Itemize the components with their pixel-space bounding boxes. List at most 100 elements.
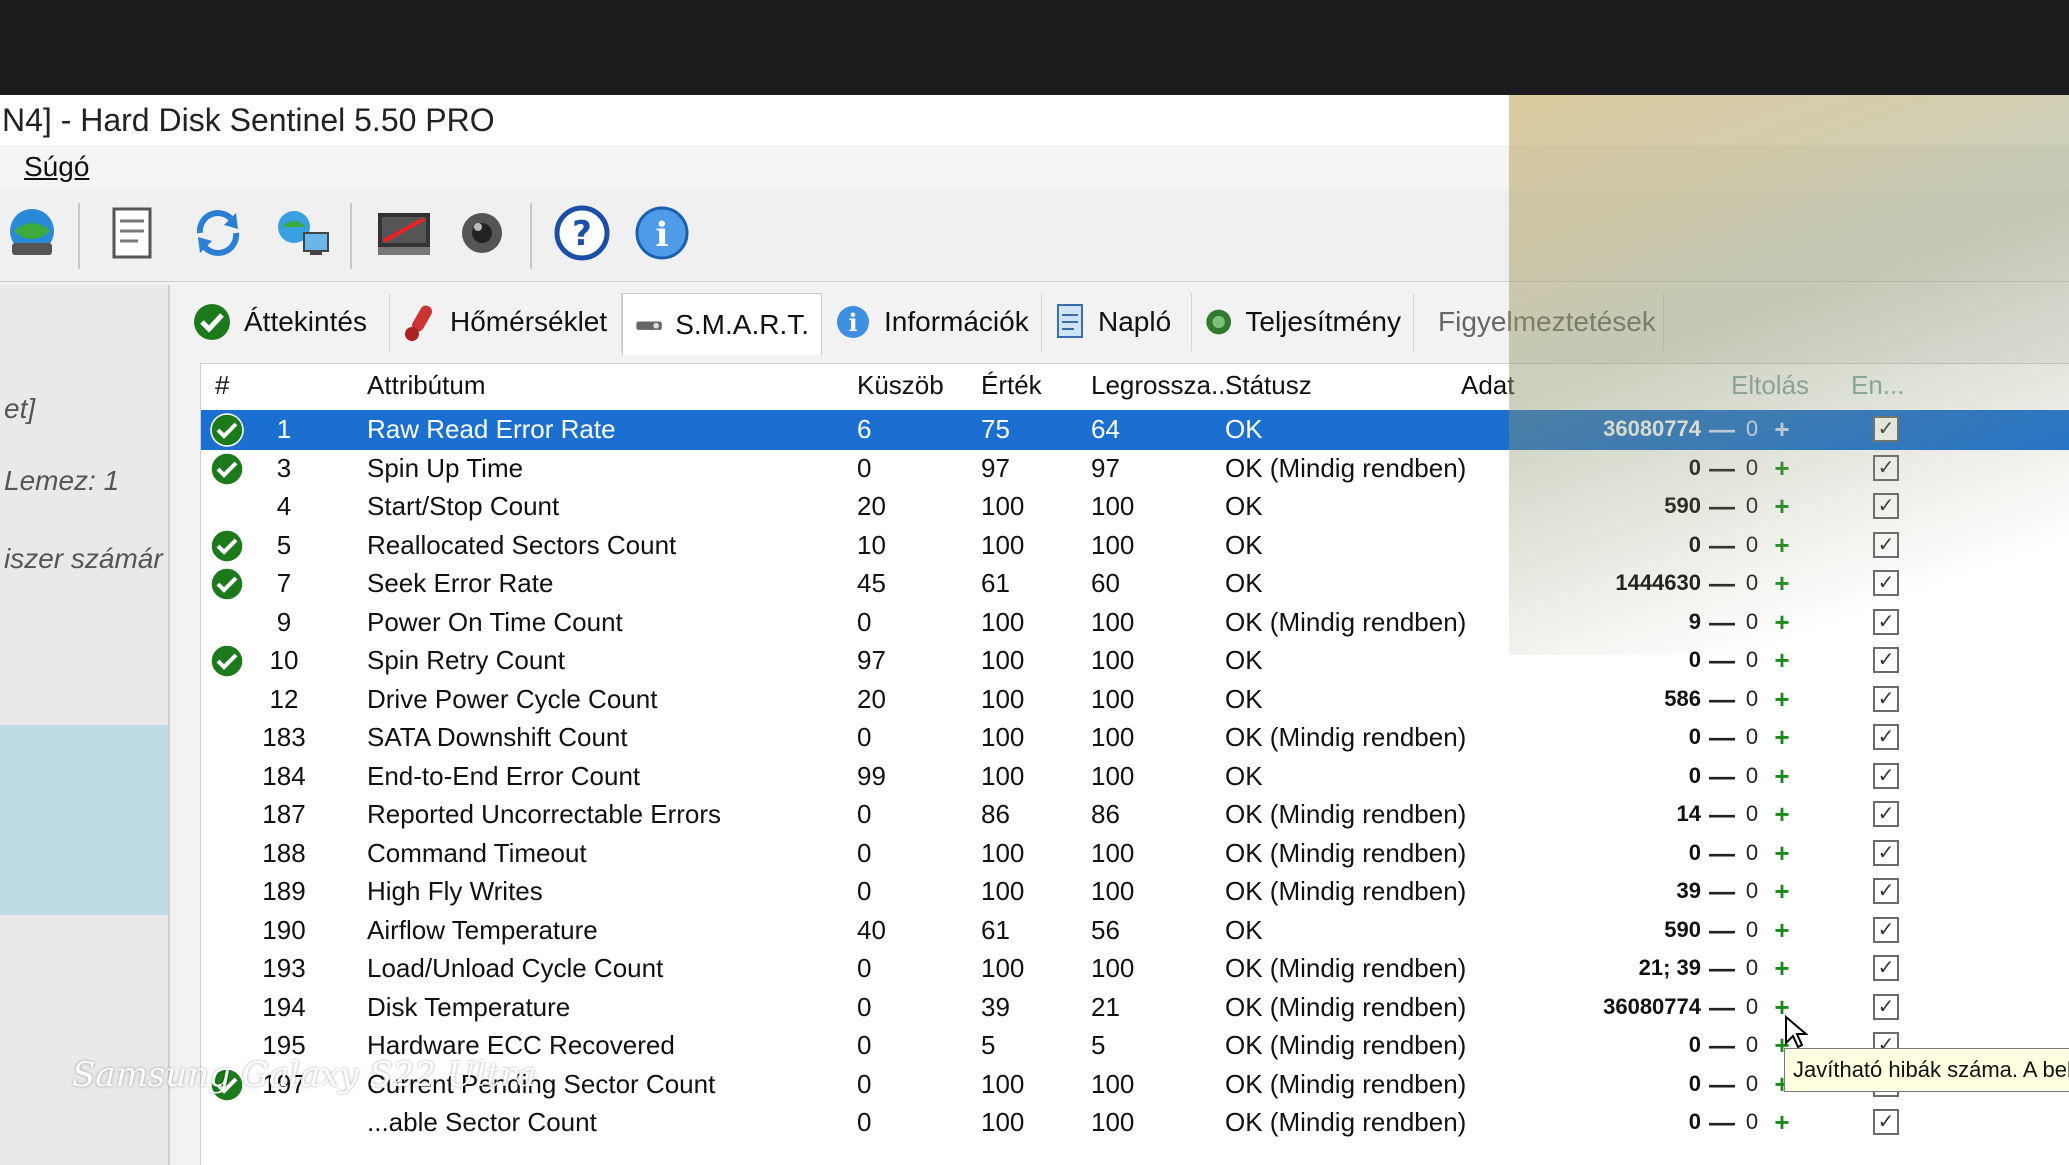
offset-value[interactable]: 0 (1735, 801, 1769, 827)
minus-icon[interactable]: — (1709, 1032, 1735, 1058)
table-row[interactable]: 9 Power On Time Count 0 100 100 OK (Mindig re… (201, 603, 2069, 643)
offset-value[interactable]: 0 (1735, 917, 1769, 943)
disk-test-icon[interactable] (374, 203, 434, 263)
help-icon[interactable]: ? (552, 203, 612, 263)
table-row[interactable]: 183 SATA Downshift Count 0 100 100 OK (Mindig… (201, 718, 2069, 758)
column-header-worst[interactable]: Legrossza... (1091, 370, 1233, 401)
tab-temperature[interactable]: Hőmérséklet (390, 293, 622, 351)
offset-value[interactable]: 0 (1735, 416, 1769, 442)
plus-icon[interactable]: + (1769, 917, 1795, 943)
offset-value[interactable]: 0 (1735, 686, 1769, 712)
minus-icon[interactable]: — (1709, 647, 1735, 673)
table-row[interactable]: 193 Load/Unload Cycle Count 0 100 100 OK (Min… (201, 949, 2069, 989)
column-header-attribute[interactable]: Attribútum (367, 370, 486, 401)
plus-icon[interactable]: + (1769, 724, 1795, 750)
table-row[interactable]: 3 Spin Up Time 0 97 97 OK (Mindig rendben) 0—0… (201, 449, 2069, 489)
table-row[interactable]: 184 End-to-End Error Count 99 100 100 OK 0—0 + ✓ (201, 757, 2069, 797)
minus-icon[interactable]: — (1709, 686, 1735, 712)
plus-icon[interactable]: + (1769, 647, 1795, 673)
speaker-icon[interactable] (452, 203, 512, 263)
enabled-checkbox[interactable]: ✓ (1873, 416, 1899, 442)
offset-value[interactable]: 0 (1735, 840, 1769, 866)
enabled-checkbox[interactable]: ✓ (1873, 1109, 1899, 1135)
disk-globe-icon[interactable] (2, 203, 62, 263)
minus-icon[interactable]: — (1709, 724, 1735, 750)
column-header-value[interactable]: Érték (981, 370, 1042, 401)
plus-icon[interactable]: + (1769, 493, 1795, 519)
tab-performance[interactable]: Teljesítmény (1192, 293, 1414, 351)
enabled-checkbox[interactable]: ✓ (1873, 916, 1899, 943)
offset-value[interactable]: 0 (1735, 609, 1769, 635)
offset-value[interactable]: 0 (1735, 532, 1769, 558)
offset-value[interactable]: 0 (1735, 455, 1769, 481)
minus-icon[interactable]: — (1709, 994, 1735, 1020)
plus-icon[interactable]: + (1769, 878, 1795, 904)
enabled-checkbox[interactable]: ✓ (1873, 724, 1899, 750)
minus-icon[interactable]: — (1709, 416, 1735, 442)
minus-icon[interactable]: — (1709, 1109, 1735, 1135)
plus-icon[interactable]: + (1769, 416, 1795, 442)
enabled-checkbox[interactable]: ✓ (1873, 801, 1899, 827)
table-row[interactable]: 188 Command Timeout 0 100 100 OK (Mindig rend… (201, 834, 2069, 874)
minus-icon[interactable]: — (1709, 878, 1735, 904)
minus-icon[interactable]: — (1709, 801, 1735, 827)
table-row[interactable]: ...able Sector Count 0 100 100 OK (Mindig re… (201, 1103, 2069, 1143)
offset-value[interactable]: 0 (1735, 763, 1769, 789)
network-icon[interactable] (272, 203, 332, 263)
offset-value[interactable]: 0 (1735, 1109, 1769, 1135)
tab-overview[interactable]: Áttekintés (180, 293, 390, 351)
table-row[interactable]: 10 Spin Retry Count 97 100 100 OK 0—0 + ✓ (201, 641, 2069, 681)
plus-icon[interactable]: + (1769, 455, 1795, 481)
offset-value[interactable]: 0 (1735, 1071, 1769, 1097)
offset-value[interactable]: 0 (1735, 570, 1769, 596)
enabled-checkbox[interactable]: ✓ (1873, 955, 1899, 981)
offset-value[interactable]: 0 (1735, 647, 1769, 673)
table-row[interactable]: 187 Reported Uncorrectable Errors 0 86 86 OK … (201, 795, 2069, 835)
minus-icon[interactable]: — (1709, 1071, 1735, 1097)
minus-icon[interactable]: — (1709, 917, 1735, 943)
plus-icon[interactable]: + (1769, 840, 1795, 866)
column-header-number[interactable]: # (215, 370, 229, 401)
table-row[interactable]: 190 Airflow Temperature 40 61 56 OK 590 —0 + ✓ (201, 911, 2069, 951)
enabled-checkbox[interactable]: ✓ (1873, 531, 1899, 558)
plus-icon[interactable]: + (1769, 532, 1795, 558)
offset-value[interactable]: 0 (1735, 878, 1769, 904)
enabled-checkbox[interactable]: ✓ (1873, 647, 1899, 673)
minus-icon[interactable]: — (1709, 493, 1735, 519)
info-icon[interactable]: i (632, 203, 692, 263)
tab-information[interactable]: i Információk (822, 293, 1042, 351)
enabled-checkbox[interactable]: ✓ (1873, 493, 1899, 519)
report-icon[interactable] (102, 203, 162, 263)
minus-icon[interactable]: — (1709, 532, 1735, 558)
table-row[interactable]: 5 Reallocated Sectors Count 10 100 100 OK 0—0 +… (201, 526, 2069, 566)
minus-icon[interactable]: — (1709, 763, 1735, 789)
column-header-data[interactable]: Adat (1461, 370, 1515, 401)
refresh-icon[interactable] (188, 203, 248, 263)
table-row[interactable]: 1 Raw Read Error Rate 6 75 64 OK 36080774 —0 + ✓ (201, 410, 2069, 450)
table-row[interactable]: 4 Start/Stop Count 20 100 100 OK 590 —0 + ✓ (201, 487, 2069, 527)
plus-icon[interactable]: + (1769, 686, 1795, 712)
column-header-status[interactable]: Státusz (1225, 370, 1312, 401)
plus-icon[interactable]: + (1769, 609, 1795, 635)
minus-icon[interactable]: — (1709, 455, 1735, 481)
menu-help[interactable]: Súgó (24, 151, 89, 182)
enabled-checkbox[interactable]: ✓ (1873, 570, 1899, 596)
plus-icon[interactable]: + (1769, 955, 1795, 981)
offset-value[interactable]: 0 (1735, 994, 1769, 1020)
plus-icon[interactable]: + (1769, 801, 1795, 827)
tab-warnings[interactable]: Figyelmeztetések (1414, 293, 1664, 351)
enabled-checkbox[interactable]: ✓ (1873, 685, 1899, 712)
plus-icon[interactable]: + (1769, 1109, 1795, 1135)
offset-value[interactable]: 0 (1735, 724, 1769, 750)
enabled-checkbox[interactable]: ✓ (1873, 608, 1899, 635)
minus-icon[interactable]: — (1709, 955, 1735, 981)
column-header-enabled[interactable]: En... (1851, 370, 1904, 401)
column-header-threshold[interactable]: Küszöb (857, 370, 944, 401)
enabled-checkbox[interactable]: ✓ (1873, 878, 1899, 904)
minus-icon[interactable]: — (1709, 840, 1735, 866)
table-row[interactable]: 12 Drive Power Cycle Count 20 100 100 OK 586 —0… (201, 680, 2069, 720)
sidebar-panel[interactable] (0, 725, 168, 915)
minus-icon[interactable]: — (1709, 609, 1735, 635)
plus-icon[interactable]: + (1769, 570, 1795, 596)
tab-smart[interactable]: S.M.A.R.T. (622, 293, 822, 355)
